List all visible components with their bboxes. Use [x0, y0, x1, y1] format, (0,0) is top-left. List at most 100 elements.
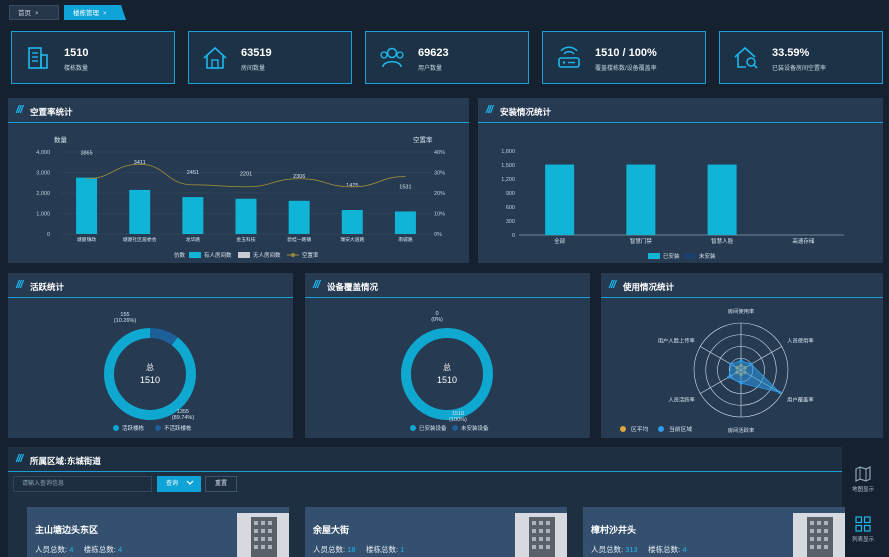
- building-name: 主山塘边头东区: [35, 525, 99, 535]
- building-meta: 人员总数: 4 楼栋总数: 4: [35, 544, 122, 555]
- donut-center-label: 总: [443, 362, 451, 372]
- legend-swatch: [684, 253, 696, 259]
- building-meta: 人员总数: 313 楼栋总数: 4: [591, 544, 686, 555]
- y-tick-label: 0: [512, 233, 515, 239]
- legend-prefix: 仿数: [174, 251, 186, 259]
- bar: [288, 200, 310, 234]
- building-count-label: 楼栋总数:: [648, 545, 681, 554]
- stat-label: 楼栋数量: [64, 66, 89, 72]
- stat-label: 用户数量: [418, 66, 443, 72]
- title-accent-icon: ///: [16, 104, 23, 116]
- stat-value: 1510 / 100%: [595, 47, 657, 59]
- usage-panel: /// 使用情况统计 房间使用率 人员使用率 用户覆盖率 房间活跃率 人员活跃率 用户人脸…: [601, 273, 883, 438]
- x-tick-label: 智慧人脸: [711, 237, 734, 245]
- people-count: 4: [69, 545, 74, 554]
- radar-indicator-label: 人员使用率: [787, 337, 814, 345]
- reset-button[interactable]: 重置: [205, 476, 237, 492]
- title-accent-icon: ///: [16, 453, 23, 465]
- panel-header: /// 空置率统计: [8, 98, 469, 123]
- y-tick-label: 4,000: [36, 150, 50, 156]
- x-tick-label: 塘厦社区居委会: [123, 236, 157, 243]
- list-view-button[interactable]: 列表显示: [843, 516, 883, 543]
- panel-header: /// 使用情况统计: [601, 273, 883, 298]
- x-tick-label: 全部: [554, 237, 566, 245]
- building-photo: [515, 513, 567, 557]
- building-card[interactable]: 余屋大街 人员总数: 18 楼栋总数: 1: [305, 507, 567, 557]
- donut-center-label: 总: [146, 362, 154, 372]
- y-tick-label: 1,000: [36, 212, 50, 218]
- donut-center-value: 1510: [140, 375, 160, 385]
- building-card[interactable]: 樟村沙井头 人员总数: 313 楼栋总数: 4: [583, 507, 845, 557]
- x-tick-label: 龙华路: [186, 236, 201, 243]
- donut-slice: [150, 328, 178, 346]
- building-card[interactable]: 主山塘边头东区 人员总数: 4 楼栋总数: 4: [27, 507, 289, 557]
- radar-indicator-label: 用户覆盖率: [787, 396, 814, 404]
- home-search-icon: [734, 46, 758, 69]
- title-accent-icon: ///: [16, 279, 23, 291]
- radar-indicator-label: 人员活跃率: [668, 396, 695, 404]
- y-tick-label: 2,000: [36, 191, 50, 197]
- map-view-button[interactable]: 地图显示: [843, 466, 883, 493]
- bar: [341, 210, 363, 234]
- y-tick-right-label: 20%: [434, 191, 445, 197]
- tab-building-management[interactable]: 楼栋管理 ×: [64, 5, 126, 20]
- house-icon: [203, 46, 227, 69]
- bar: [394, 211, 416, 234]
- slice-pct-label: (100%): [449, 417, 467, 423]
- y-tick-label: 3,000: [36, 171, 50, 177]
- y-tick-label: 1,800: [501, 149, 515, 155]
- panel-header: /// 活跃统计: [8, 273, 293, 298]
- radar-indicator-label: 房间活跃率: [728, 426, 755, 434]
- stat-value: 63519: [241, 47, 272, 59]
- y-tick-right-label: 10%: [434, 212, 445, 218]
- coverage-donut-chart: 总15101510(100%)0(0%)已安装设备 未安装设备: [401, 311, 493, 432]
- stat-card-users: 69623 用户数量: [365, 31, 529, 84]
- legend-swatch: [291, 253, 295, 257]
- bar: [182, 197, 204, 234]
- active-panel: /// 活跃统计 总 1510 1355 (89.74%) 155 (10.26%) 活跃楼…: [8, 273, 293, 438]
- panel-title: 安装情况统计: [500, 107, 552, 117]
- query-button[interactable]: 查询: [157, 476, 201, 492]
- legend-label: 不活跃楼栋: [164, 424, 192, 432]
- radar-point: [729, 362, 733, 366]
- y-tick-label: 900: [506, 191, 515, 197]
- install-panel: /// 安装情况统计 0 300 600 900 1,200 1,500 1,800 全部 智慧…: [478, 98, 883, 263]
- x-tick-label: 智慧门禁: [630, 237, 653, 245]
- y-tick-right-label: 40%: [434, 150, 445, 156]
- close-icon[interactable]: ×: [103, 11, 107, 17]
- vacancy-panel: /// 空置率统计 数量 空置率 0 0% 1,000 10% 2,000 20% 3,000 3…: [8, 98, 469, 263]
- search-input[interactable]: 请输入查询信息: [13, 476, 152, 492]
- legend-label: 未安装: [699, 252, 716, 260]
- panel-title: 空置率统计: [30, 107, 73, 117]
- panel-title: 所属区域:东城街道: [30, 456, 101, 466]
- map-view-label: 地图显示: [851, 487, 874, 493]
- building-icon: [28, 47, 48, 69]
- y-tick-label: 300: [506, 219, 515, 225]
- y-tick-right-label: 0%: [434, 232, 442, 238]
- close-icon[interactable]: ×: [35, 11, 39, 17]
- map-icon: [855, 466, 871, 482]
- panel-header: /// 安装情况统计: [478, 98, 883, 123]
- building-name: 余屋大街: [313, 525, 350, 535]
- x-tick-label: 南城路: [398, 236, 413, 243]
- tab-home[interactable]: 首页 ×: [9, 5, 59, 20]
- coverage-panel: /// 设备覆盖情况 总 1510 1510 (100%) 0 (0%) 已安装设备 未安装设…: [305, 273, 590, 438]
- donut-center-value: 1510: [437, 375, 457, 385]
- bar: [707, 164, 737, 235]
- building-count-label: 楼栋总数:: [83, 545, 116, 554]
- bar: [235, 198, 257, 234]
- stat-label: 房间数量: [241, 66, 266, 72]
- building-count: 1: [400, 545, 405, 554]
- x-tick-label: 高速存储: [792, 237, 815, 245]
- building-meta: 人员总数: 18 楼栋总数: 1: [313, 544, 404, 555]
- legend-swatch: [189, 252, 201, 258]
- query-button-label: 查询: [166, 481, 179, 487]
- slice-pct-label: (0%): [431, 317, 443, 323]
- people-count: 313: [625, 545, 638, 554]
- y-tick-label: 1,500: [501, 163, 515, 169]
- usage-radar-chart: 房间使用率人员使用率用户覆盖率房间活跃率 人员活跃率 用户人脸上传率区平均 当前区域: [620, 307, 814, 434]
- radar-series-area: [728, 360, 781, 394]
- legend-swatch: [113, 425, 119, 431]
- legend-label: 区平均: [631, 425, 649, 433]
- legend-swatch: [238, 252, 250, 258]
